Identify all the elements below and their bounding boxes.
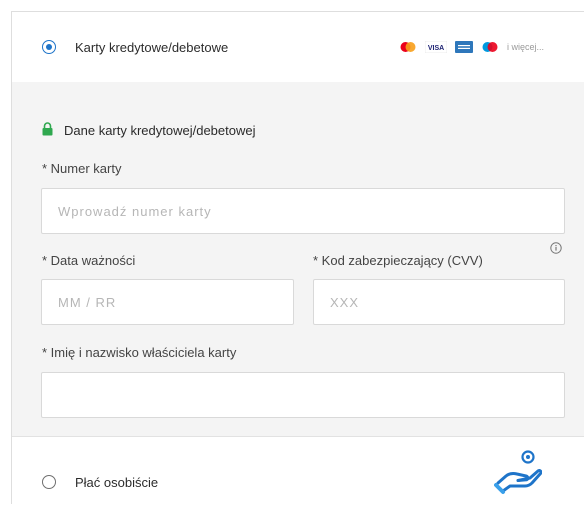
card-number-label: * Numer karty [42, 161, 122, 176]
card-option-radio[interactable] [42, 40, 56, 54]
card-number-input[interactable] [42, 189, 564, 233]
cvv-label: * Kod zabezpieczający (CVV) [313, 253, 483, 268]
expiry-input[interactable] [42, 280, 293, 324]
cvv-input[interactable] [314, 280, 564, 324]
in-person-option-radio[interactable] [42, 475, 56, 489]
card-brand-logos: VISA i więcej... [399, 41, 544, 53]
card-option-label: Karty kredytowe/debetowe [75, 40, 229, 55]
in-person-option-label: Płać osobiście [75, 475, 159, 490]
more-brands-label: i więcej... [507, 42, 545, 52]
visa-logo: VISA [425, 41, 447, 53]
holder-name-field[interactable] [41, 372, 565, 418]
info-icon[interactable] [550, 242, 562, 254]
payment-methods-panel: Karty kredytowe/debetowe VISA i więcej..… [11, 11, 584, 505]
payment-option-card[interactable]: Karty kredytowe/debetowe VISA i więcej..… [12, 12, 584, 83]
card-number-field[interactable] [41, 188, 565, 234]
expiry-label: * Data ważności [42, 253, 136, 268]
visa-logo-text: VISA [428, 45, 444, 52]
amex-logo [455, 41, 473, 53]
holder-name-input[interactable] [42, 373, 564, 417]
maestro-logo [482, 42, 498, 52]
hand-with-coin-icon [494, 450, 542, 494]
card-details-form: Dane karty kredytowej/debetowej * Numer … [12, 82, 584, 437]
cvv-field[interactable] [313, 279, 565, 325]
lock-icon [42, 122, 53, 136]
mastercard-logo [400, 42, 416, 52]
expiry-field[interactable] [41, 279, 294, 325]
holder-name-label: * Imię i nazwisko właściciela karty [42, 345, 237, 360]
card-section-title: Dane karty kredytowej/debetowej [64, 123, 256, 138]
payment-option-in-person[interactable]: Płać osobiście [12, 437, 584, 505]
